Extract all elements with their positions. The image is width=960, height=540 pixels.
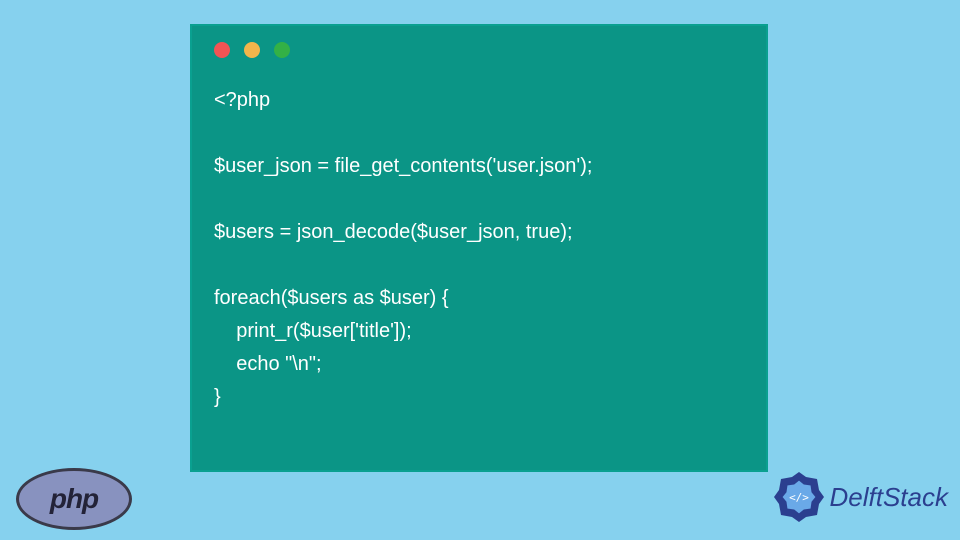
delftstack-gear-icon: </>	[772, 470, 826, 524]
delftstack-logo-text: DelftStack	[830, 482, 949, 513]
php-ellipse-icon: php	[16, 468, 132, 530]
php-logo-text: php	[50, 483, 98, 515]
delftstack-logo: </> DelftStack	[772, 470, 949, 524]
window-dot-red-icon	[214, 42, 230, 58]
svg-text:</>: </>	[789, 491, 809, 504]
code-block: <?php $user_json = file_get_contents('us…	[192, 58, 766, 434]
php-logo: php	[16, 468, 132, 530]
traffic-dots	[192, 26, 766, 58]
window-dot-green-icon	[274, 42, 290, 58]
window-dot-yellow-icon	[244, 42, 260, 58]
code-window: <?php $user_json = file_get_contents('us…	[190, 24, 768, 472]
